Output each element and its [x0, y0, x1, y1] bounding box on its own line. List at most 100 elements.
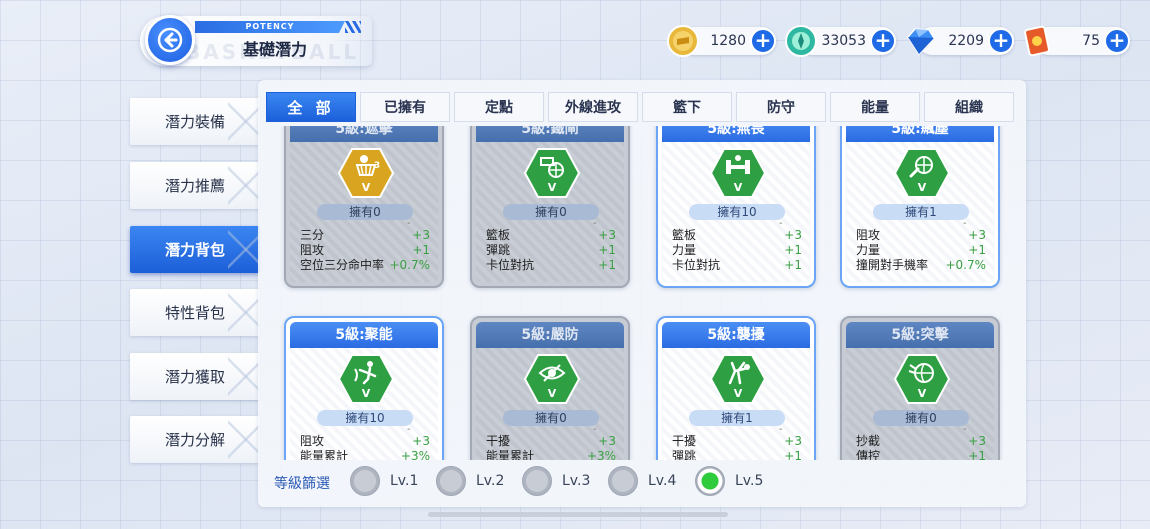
sidebar-item-recommend[interactable]: 潛力推薦	[130, 162, 260, 209]
stat-value: +3	[598, 434, 616, 448]
level-1-option[interactable]: Lv.1	[350, 466, 418, 496]
tab-spot[interactable]: 定點	[454, 92, 544, 122]
stat-value: +1	[598, 258, 616, 272]
stat-value: +1	[968, 243, 986, 257]
tab-inside[interactable]: 籃下	[642, 92, 732, 122]
header-subtitle: POTENCY	[195, 21, 345, 33]
stat-value: +1	[784, 243, 802, 257]
tab-all[interactable]: 全 部	[266, 92, 356, 122]
tab-defense[interactable]: 防守	[736, 92, 826, 122]
level-3-option[interactable]: Lv.3	[522, 466, 590, 496]
add-gold-button[interactable]: +	[750, 28, 776, 54]
stat-name: 干擾	[486, 434, 511, 448]
stat-name: 籃板	[672, 228, 697, 242]
raise-hands-icon: V	[708, 352, 768, 406]
level-5-option[interactable]: Lv.5	[695, 466, 763, 496]
potency-grade: V	[918, 387, 927, 400]
potency-grid: 5級:遮擊 V 3 擁有0- 三分 +3 阻攻 +1 空位三分命中率 +0.7% 5級:鐵閘 V 擁有0…	[266, 126, 1018, 460]
potency-grade: V	[734, 181, 743, 194]
potency-card-body: 5級:突擊 V 擁有0- 抄截 +3 傳控 +1	[846, 322, 994, 460]
stat-value: +3	[968, 228, 986, 242]
level-2-option[interactable]: Lv.2	[436, 466, 504, 496]
level-4-option[interactable]: Lv.4	[608, 466, 676, 496]
add-diamond-button[interactable]: +	[988, 28, 1014, 54]
tab-label: 已擁有	[384, 100, 426, 116]
tab-outside[interactable]: 外線進攻	[548, 92, 638, 122]
stat-row: 三分 +3	[300, 228, 430, 243]
potency-stats: 籃板 +3 彈跳 +1 卡位對抗 +1	[486, 228, 616, 273]
potency-card-title: 5級:遮擊	[290, 126, 438, 142]
potency-grade: V	[734, 387, 743, 400]
sidebar-item-equip[interactable]: 潛力裝備	[130, 98, 260, 145]
owned-count-badge: 擁有1	[689, 410, 785, 426]
stat-value: +1	[968, 449, 986, 460]
eye-icon: V	[522, 352, 582, 406]
potency-grade: V	[548, 181, 557, 194]
potency-card[interactable]: 5級:鐵閘 V 擁有0- 籃板 +3 彈跳 +1 卡位對抗 +1	[470, 126, 630, 288]
stat-value: +3	[598, 228, 616, 242]
owned-count-badge: 擁有0	[503, 204, 599, 220]
tab-owned[interactable]: 已擁有	[360, 92, 450, 122]
potency-grade: V	[362, 181, 371, 194]
potency-card[interactable]: 5級:突擊 V 擁有0- 抄截 +3 傳控 +1	[840, 316, 1000, 460]
stat-name: 干擾	[672, 434, 697, 448]
stat-row: 阻攻 +3	[300, 434, 430, 449]
potency-card[interactable]: 5級:襲擾 V 擁有1- 干擾 +3 彈跳 +1	[656, 316, 816, 460]
tab-label: 全 部	[287, 98, 335, 117]
stat-value: +1	[784, 449, 802, 460]
level-filter-label: 等級篩選	[274, 476, 330, 492]
potency-card-body: 5級:嚴防 V 擁有0- 干擾 +3 能量累計 +3%	[476, 322, 624, 460]
stat-value: +1	[784, 258, 802, 272]
stat-name: 卡位對抗	[486, 258, 535, 272]
potency-card[interactable]: 5級:無畏 V 擁有10- 籃板 +3 力量 +1 卡位對抗 +1	[656, 126, 816, 288]
owned-count-badge: 擁有0	[317, 204, 413, 220]
currency-token-value: 33053	[821, 33, 866, 49]
sidebar-item-obtain[interactable]: 潛力獲取	[130, 353, 260, 400]
hand-ball-icon: V	[892, 146, 952, 200]
stat-name: 卡位對抗	[672, 258, 721, 272]
sidebar-item-decompose[interactable]: 潛力分解	[130, 416, 260, 463]
add-ticket-button[interactable]: +	[1104, 28, 1130, 54]
potency-card[interactable]: 5級:遮擊 V 3 擁有0- 三分 +3 阻攻 +1 空位三分命中率 +0.7%	[284, 126, 444, 288]
tab-label: 外線進攻	[565, 100, 621, 116]
sidebar-item-trait-backpack[interactable]: 特性背包	[130, 289, 260, 336]
stat-value: +1	[598, 243, 616, 257]
tab-label: 定點	[485, 100, 513, 116]
stat-name: 阻攻	[300, 243, 325, 257]
stat-row: 力量 +1	[672, 243, 802, 258]
radio-button	[436, 466, 466, 496]
gold-coin-icon	[666, 24, 700, 58]
potency-stats: 阻攻 +3 力量 +1 撞開對手機率 +0.7%	[856, 228, 986, 273]
sidebar-item-label: 潛力獲取	[164, 368, 225, 386]
stat-name: 三分	[300, 228, 325, 242]
stat-row: 傳控 +1	[856, 449, 986, 460]
strike-ball-icon: V	[892, 352, 952, 406]
scroll-indicator[interactable]	[428, 512, 728, 517]
card-ticket-icon	[1020, 24, 1054, 58]
potency-card-body: 5級:飆塵 V 擁有1- 阻攻 +3 力量 +1 撞開對手機率 +0.7%	[846, 126, 994, 282]
tab-organize[interactable]: 組織	[924, 92, 1014, 122]
stat-value: +3%	[400, 449, 430, 460]
potency-card-body: 5級:遮擊 V 3 擁有0- 三分 +3 阻攻 +1 空位三分命中率 +0.7%	[290, 126, 438, 282]
stat-row: 阻攻 +3	[856, 228, 986, 243]
currency-ticket-value: 75	[1082, 33, 1100, 49]
tab-energy[interactable]: 能量	[830, 92, 920, 122]
page-title: 基礎潛力	[242, 40, 307, 59]
sidebar-item-backpack[interactable]: 潛力背包	[130, 226, 260, 273]
add-token-button[interactable]: +	[870, 28, 896, 54]
potency-card-title: 5級:嚴防	[476, 322, 624, 348]
sidebar-item-label: 潛力推薦	[164, 177, 225, 195]
potency-card[interactable]: 5級:飆塵 V 擁有1- 阻攻 +3 力量 +1 撞開對手機率 +0.7%	[840, 126, 1000, 288]
stat-value: +3	[968, 434, 986, 448]
potency-card[interactable]: 5級:聚能 V 擁有10- 阻攻 +3 能量累計 +3%	[284, 316, 444, 460]
level-label: Lv.3	[562, 473, 591, 489]
back-button[interactable]	[145, 15, 195, 65]
stat-name: 空位三分命中率	[300, 258, 385, 272]
potency-card[interactable]: 5級:嚴防 V 擁有0- 干擾 +3 能量累計 +3%	[470, 316, 630, 460]
radio-button	[350, 466, 380, 496]
potency-stats: 抄截 +3 傳控 +1	[856, 434, 986, 460]
potency-stats: 干擾 +3 彈跳 +1	[672, 434, 802, 460]
owned-count-badge: 擁有10	[317, 410, 413, 426]
stat-row: 空位三分命中率 +0.7%	[300, 258, 430, 273]
potency-stats: 阻攻 +3 能量累計 +3%	[300, 434, 430, 460]
